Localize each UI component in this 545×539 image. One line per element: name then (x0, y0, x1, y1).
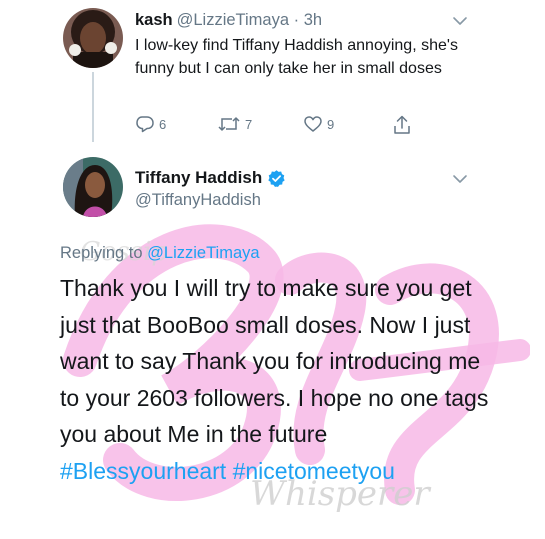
main-tweet-text: Thank you I will try to make sure you ge… (60, 270, 500, 489)
author-name-text: Tiffany Haddish (135, 168, 263, 187)
author-handle[interactable]: @TiffanyHaddish (135, 190, 261, 210)
like-count: 9 (327, 116, 335, 132)
author-handle[interactable]: @LizzieTimaya · 3h (177, 11, 322, 29)
reply-count: 6 (159, 116, 167, 132)
reply-tweet-text: I low-key find Tiffany Haddish annoying,… (135, 37, 458, 77)
tweet-body: Thank you I will try to make sure you ge… (60, 275, 489, 447)
retweet-button[interactable]: 7 (217, 115, 252, 133)
replying-prefix: Replying to (60, 244, 143, 262)
like-button[interactable]: 9 (303, 115, 334, 133)
chevron-down-icon[interactable] (452, 174, 468, 184)
thread-connector (92, 72, 94, 142)
author-handle-text: @LizzieTimaya (176, 11, 290, 29)
tweet-thread: Whisperer Gossip kash @LizzieTimaya · 3h … (0, 0, 545, 539)
mention-link[interactable]: @LizzieTimaya (147, 244, 259, 262)
verified-badge-icon (268, 169, 285, 187)
avatar[interactable] (63, 8, 123, 68)
retweet-icon (218, 117, 240, 131)
heart-icon (304, 116, 322, 132)
separator: · (293, 11, 300, 29)
chevron-down-icon[interactable] (452, 16, 468, 26)
tweet-actions: 6 7 9 (135, 115, 425, 137)
tweet-time: 3h (303, 11, 323, 29)
reply-tweet-header: kash @LizzieTimaya · 3h (135, 10, 322, 30)
hashtag-link[interactable]: #Blessyourheart (60, 458, 226, 484)
replying-to: Replying to @LizzieTimaya (60, 243, 260, 263)
share-icon (394, 115, 410, 134)
hashtag-link[interactable]: #nicetomeetyou (233, 458, 395, 484)
reply-button[interactable]: 6 (135, 115, 166, 133)
share-button[interactable] (393, 115, 411, 135)
comment-icon (136, 116, 154, 133)
author-name[interactable]: Tiffany Haddish (135, 168, 286, 188)
avatar[interactable] (63, 157, 123, 217)
author-name[interactable]: kash (135, 11, 173, 29)
retweet-count: 7 (245, 116, 253, 132)
